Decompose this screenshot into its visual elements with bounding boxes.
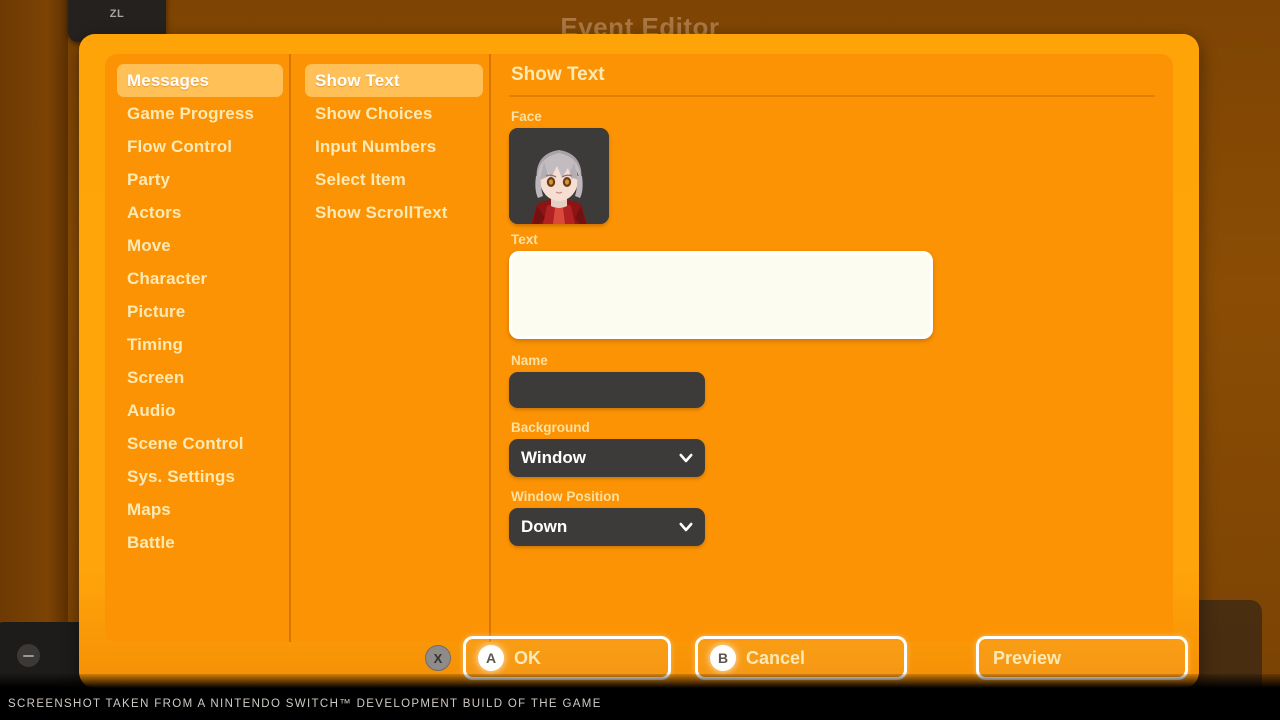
letterbox: [0, 674, 1280, 688]
category-item-character[interactable]: Character: [117, 262, 283, 295]
command-item-label: Show Choices: [315, 104, 433, 124]
preview-button-label: Preview: [993, 647, 1062, 668]
category-item-label: Screen: [127, 368, 185, 388]
command-item-input-numbers[interactable]: Input Numbers: [305, 130, 483, 163]
name-label: Name: [511, 353, 548, 368]
command-list: Show Text Show Choices Input Numbers Sel…: [291, 54, 491, 642]
window-position-select[interactable]: Down: [509, 508, 705, 546]
category-item-party[interactable]: Party: [117, 163, 283, 196]
command-item-select-item[interactable]: Select Item: [305, 163, 483, 196]
chevron-down-icon: [679, 453, 693, 463]
a-button-badge: A: [478, 645, 504, 671]
category-item-move[interactable]: Move: [117, 229, 283, 262]
background-select[interactable]: Window: [509, 439, 705, 477]
category-item-game-progress[interactable]: Game Progress: [117, 97, 283, 130]
face-picker[interactable]: [509, 128, 609, 224]
ok-button-label: OK: [514, 647, 541, 668]
category-item-messages[interactable]: Messages: [117, 64, 283, 98]
command-item-show-scrolltext[interactable]: Show ScrollText: [305, 196, 483, 229]
face-label: Face: [511, 109, 542, 124]
command-item-label: Show ScrollText: [315, 203, 448, 223]
background-left-strip: [0, 0, 68, 690]
category-list: Messages Game Progress Flow Control Part…: [105, 54, 291, 642]
dialog-content-panel: Messages Game Progress Flow Control Part…: [105, 54, 1173, 642]
background-label: Background: [511, 420, 590, 435]
screen-root: ZL Event Editor Messages Game Progress F…: [0, 0, 1280, 720]
command-item-label: Show Text: [315, 71, 400, 90]
category-item-label: Party: [127, 170, 171, 190]
category-item-label: Audio: [127, 401, 176, 421]
caption-bar: SCREENSHOT TAKEN FROM A NINTENDO SWITCH™…: [0, 688, 1280, 720]
category-item-timing[interactable]: Timing: [117, 328, 283, 361]
category-item-picture[interactable]: Picture: [117, 295, 283, 328]
window-position-label: Window Position: [511, 489, 620, 504]
category-item-label: Game Progress: [127, 104, 254, 124]
category-item-sys-settings[interactable]: Sys. Settings: [117, 460, 283, 493]
caption-text: SCREENSHOT TAKEN FROM A NINTENDO SWITCH™…: [8, 698, 602, 710]
character-portrait-icon: [509, 128, 609, 224]
minus-icon[interactable]: [17, 644, 40, 667]
b-button-badge: B: [710, 645, 736, 671]
category-item-actors[interactable]: Actors: [117, 196, 283, 229]
category-item-label: Picture: [127, 302, 186, 322]
category-item-label: Maps: [127, 500, 171, 520]
chevron-down-icon: [679, 522, 693, 532]
command-item-show-text[interactable]: Show Text: [305, 64, 483, 98]
name-input[interactable]: [509, 372, 705, 408]
command-item-label: Select Item: [315, 170, 406, 190]
event-editor-dialog: Messages Game Progress Flow Control Part…: [79, 34, 1199, 688]
category-item-label: Flow Control: [127, 137, 233, 157]
command-item-label: Input Numbers: [315, 137, 437, 157]
category-item-audio[interactable]: Audio: [117, 394, 283, 427]
detail-divider: [509, 95, 1155, 97]
window-position-select-value: Down: [521, 517, 568, 536]
category-item-label: Messages: [127, 71, 210, 90]
x-button-badge[interactable]: X: [425, 645, 451, 671]
category-item-label: Timing: [127, 335, 184, 355]
category-item-label: Scene Control: [127, 434, 244, 454]
category-item-label: Character: [127, 269, 208, 289]
background-select-value: Window: [521, 448, 586, 467]
category-item-screen[interactable]: Screen: [117, 361, 283, 394]
text-label: Text: [511, 232, 538, 247]
category-item-battle[interactable]: Battle: [117, 526, 283, 559]
text-input[interactable]: [509, 251, 933, 339]
category-item-maps[interactable]: Maps: [117, 493, 283, 526]
detail-panel: Show Text Face Text Name Background Wind…: [491, 54, 1173, 642]
category-item-label: Actors: [127, 203, 182, 223]
category-item-label: Battle: [127, 533, 175, 553]
cancel-button-label: Cancel: [746, 647, 806, 668]
category-item-flow-control[interactable]: Flow Control: [117, 130, 283, 163]
category-item-label: Move: [127, 236, 171, 256]
category-item-scene-control[interactable]: Scene Control: [117, 427, 283, 460]
category-item-label: Sys. Settings: [127, 467, 236, 487]
detail-title: Show Text: [511, 64, 605, 85]
command-item-show-choices[interactable]: Show Choices: [305, 97, 483, 130]
